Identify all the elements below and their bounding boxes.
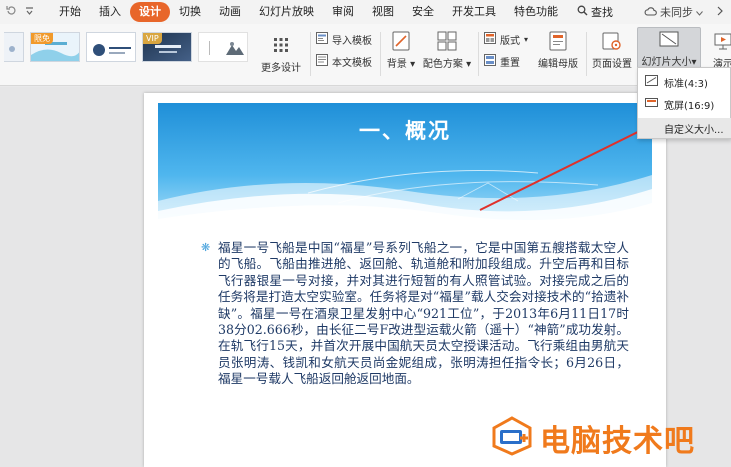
slide-size-dropdown: 标准(4:3) 宽屏(16:9) 自定义大小... xyxy=(637,67,731,139)
search-button[interactable]: 查找 xyxy=(567,4,623,20)
color-scheme-label: 配色方案 ▾ xyxy=(422,59,472,70)
theme-thumbnail-1[interactable] xyxy=(4,32,24,62)
tab-insert[interactable]: 插入 xyxy=(90,2,130,22)
import-template-label: 导入模板 xyxy=(332,36,372,47)
slide-body-text[interactable]: 福星一号飞船是中国“福星”号系列飞船之一，它是中国第五艘搭载太空人的飞船。飞船由… xyxy=(218,240,629,388)
sync-status-button[interactable]: 未同步 xyxy=(638,4,709,20)
menu-item-custom-size[interactable]: 自定义大小... xyxy=(638,118,731,138)
tab-animation[interactable]: 动画 xyxy=(210,2,250,22)
color-scheme-icon xyxy=(436,30,458,52)
customize-quick-access-icon[interactable] xyxy=(25,6,34,19)
sync-label: 未同步 xyxy=(660,6,693,19)
layout-icon xyxy=(484,32,496,47)
import-template-icon xyxy=(316,32,328,47)
quick-access xyxy=(0,5,50,19)
theme-badge-vip: VIP xyxy=(143,33,162,44)
widescreen-ratio-icon xyxy=(645,97,658,111)
slide-size-button[interactable]: 幻灯片大小▾ xyxy=(637,27,701,69)
watermark-text: 电脑技术吧 xyxy=(540,424,695,459)
import-template-button[interactable]: 导入模板 xyxy=(316,32,372,47)
theme-thumbnail-5[interactable] xyxy=(198,32,248,62)
search-label: 查找 xyxy=(591,6,613,19)
redo-icon[interactable] xyxy=(6,5,17,19)
slide-size-label: 幻灯片大小▾ xyxy=(641,57,697,68)
edit-master-button[interactable]: 编辑母版 xyxy=(534,30,582,70)
layout-button[interactable]: 版式 ▾ xyxy=(484,32,528,47)
chevron-down-icon xyxy=(696,6,703,19)
more-options-icon[interactable] xyxy=(709,6,731,19)
tab-security[interactable]: 安全 xyxy=(403,2,443,22)
chevron-down-icon: ▾ xyxy=(524,35,529,44)
search-icon xyxy=(577,5,588,19)
reset-button[interactable]: 重置 xyxy=(484,54,520,69)
grid-icon xyxy=(270,34,292,56)
tab-transitions[interactable]: 切换 xyxy=(170,2,210,22)
text-template-button[interactable]: 本文模板 xyxy=(316,54,372,69)
menu-item-label: 自定义大小... xyxy=(664,124,724,136)
menu-item-label: 宽屏(16:9) xyxy=(664,100,715,112)
menu-item-label: 标准(4:3) xyxy=(664,78,708,90)
bullet-icon: ❋ xyxy=(201,241,211,254)
reset-icon xyxy=(484,54,496,69)
theme-thumbnail-2[interactable]: 限免 xyxy=(30,32,80,62)
menu-item-widescreen-16-9[interactable]: 宽屏(16:9) xyxy=(638,94,731,114)
layout-label: 版式 xyxy=(500,36,520,47)
menu-bar: 开始 插入 设计 切换 动画 幻灯片放映 审阅 视图 安全 开发工具 特色功能 … xyxy=(0,0,731,24)
more-designs-label: 更多设计 xyxy=(261,63,301,74)
slide-size-icon xyxy=(658,30,680,50)
presenter-icon xyxy=(712,30,731,52)
background-icon xyxy=(390,30,412,52)
reset-label: 重置 xyxy=(500,58,520,69)
tab-design[interactable]: 设计 xyxy=(130,2,170,22)
theme-badge-free: 限免 xyxy=(31,33,53,44)
text-template-label: 本文模板 xyxy=(332,58,372,69)
more-designs-button[interactable]: 更多设计 xyxy=(258,34,304,74)
background-label: 背景 ▾ xyxy=(386,59,416,70)
page-setup-button[interactable]: 页面设置 xyxy=(590,30,634,70)
page-setup-icon xyxy=(601,30,623,52)
tab-home[interactable]: 开始 xyxy=(50,2,90,22)
menu-item-standard-4-3[interactable]: 标准(4:3) xyxy=(638,72,731,92)
color-scheme-button[interactable]: 配色方案 ▾ xyxy=(422,30,472,70)
edit-master-label: 编辑母版 xyxy=(538,59,578,70)
page-setup-label: 页面设置 xyxy=(592,59,632,70)
background-button[interactable]: 背景 ▾ xyxy=(384,30,418,70)
tab-features[interactable]: 特色功能 xyxy=(505,2,567,22)
standard-ratio-icon xyxy=(645,75,658,89)
text-template-icon xyxy=(316,54,328,69)
tab-slideshow[interactable]: 幻灯片放映 xyxy=(250,2,323,22)
cloud-icon xyxy=(644,6,657,19)
theme-thumbnail-3[interactable] xyxy=(86,32,136,62)
watermark-logo-icon xyxy=(490,416,534,460)
watermark: 电脑技术吧 xyxy=(490,416,695,460)
theme-thumbnail-4[interactable]: VIP xyxy=(142,32,192,62)
presenter-view-button[interactable]: 演示 xyxy=(706,30,731,70)
ribbon-design: 限免 VIP 更多设计 导入模板 本文模板 背景 ▾ 配色方案 ▾ 版式 ▾ 重… xyxy=(0,24,731,86)
tab-developer[interactable]: 开发工具 xyxy=(443,2,505,22)
tab-review[interactable]: 审阅 xyxy=(323,2,363,22)
tab-view[interactable]: 视图 xyxy=(363,2,403,22)
edit-master-icon xyxy=(547,30,569,52)
